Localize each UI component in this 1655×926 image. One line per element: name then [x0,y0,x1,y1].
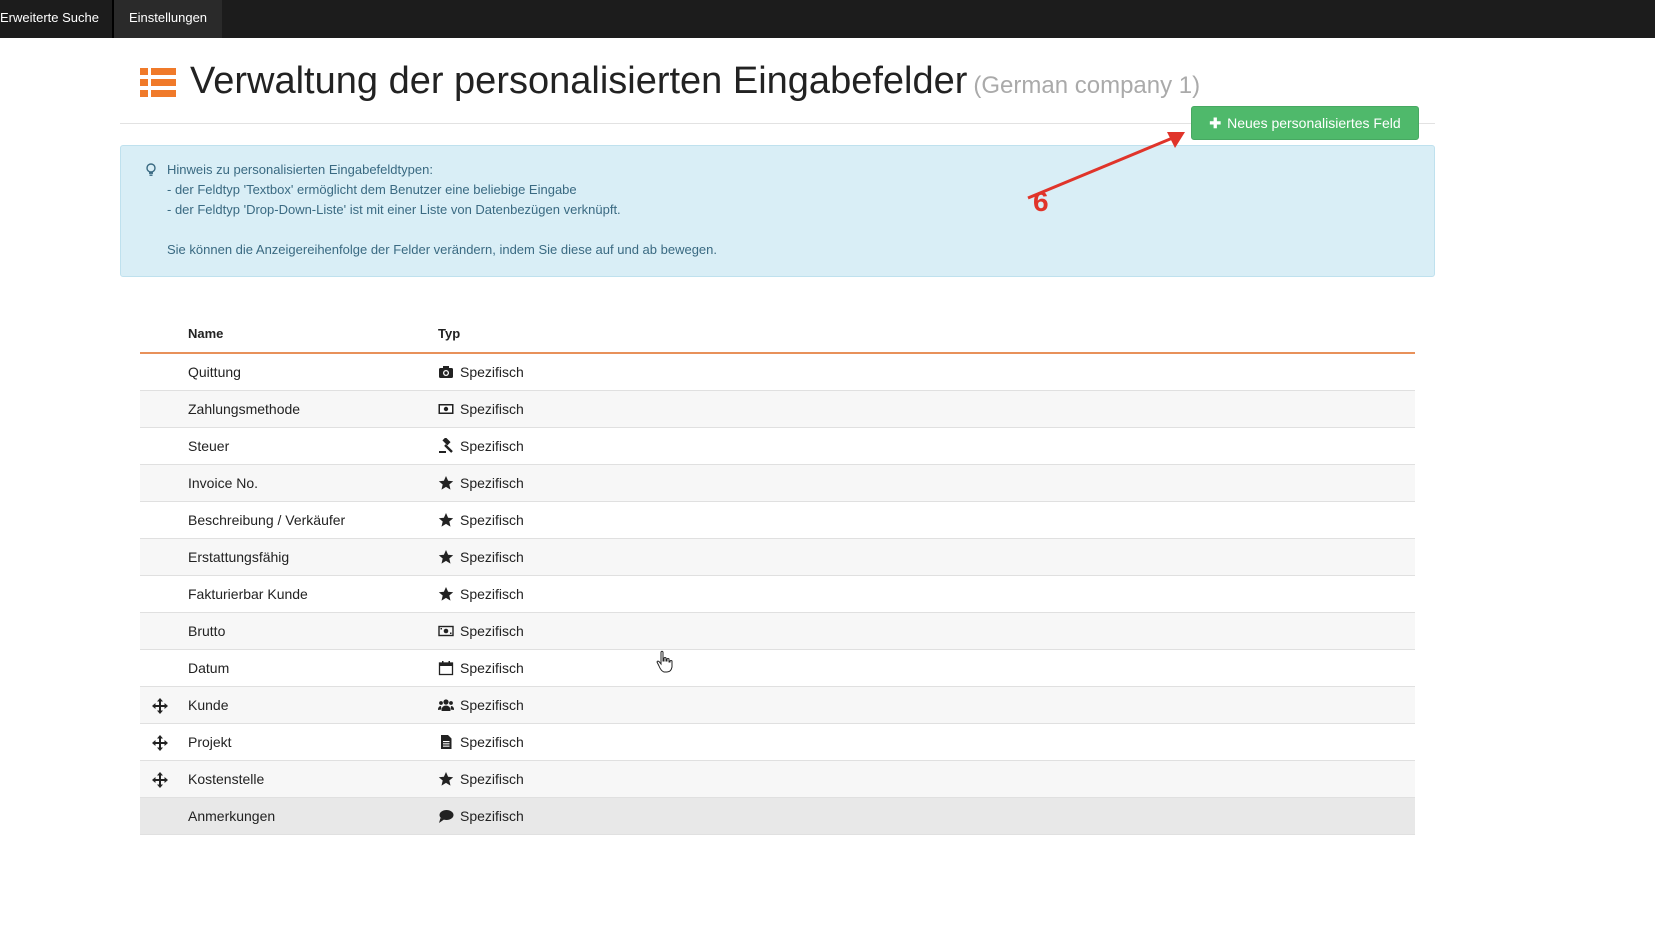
gavel-icon [438,437,454,454]
table-row[interactable]: Kostenstelle Spezifisch [140,761,1415,798]
table-row[interactable]: Erstattungsfähig Spezifisch [140,539,1415,576]
field-type: Spezifisch [460,512,524,528]
move-icon[interactable] [152,698,168,714]
users-icon [438,697,454,713]
field-type: Spezifisch [460,438,524,454]
info-alert: Hinweis zu personalisierten Eingabefeldt… [120,145,1435,277]
new-field-label: Neues personalisiertes Feld [1227,115,1401,131]
field-type: Spezifisch [460,364,524,380]
plus-icon: ✚ [1209,115,1222,131]
field-type: Spezifisch [460,734,524,750]
page-title: Verwaltung der personalisierten Eingabef… [190,60,1200,103]
field-name[interactable]: Projekt [188,734,232,750]
company-name: (German company 1) [973,72,1201,99]
star-icon [438,512,454,528]
field-type: Spezifisch [460,475,524,491]
field-type: Spezifisch [460,771,524,787]
field-name[interactable]: Steuer [188,438,229,454]
field-type: Spezifisch [460,808,524,824]
page-title-text: Verwaltung der personalisierten Eingabef… [190,60,968,102]
star-icon [438,771,454,787]
field-name[interactable]: Zahlungsmethode [188,401,300,417]
new-custom-field-button[interactable]: ✚ Neues personalisiertes Feld [1191,106,1419,140]
table-row[interactable]: Datum Spezifisch [140,650,1415,687]
table-row[interactable]: Quittung Spezifisch [140,354,1415,391]
annotation-step-number: 6 [1033,186,1049,217]
field-type: Spezifisch [460,586,524,602]
list-icon [140,68,176,97]
table-row[interactable]: Brutto Spezifisch [140,613,1415,650]
field-name[interactable]: Erstattungsfähig [188,549,289,565]
field-name[interactable]: Fakturierbar Kunde [188,586,308,602]
table-row[interactable]: Steuer Spezifisch [140,428,1415,465]
camera-icon [438,364,454,380]
nav-advanced-search[interactable]: Erweiterte Suche [0,0,112,38]
table-row[interactable]: Zahlungsmethode Spezifisch [140,391,1415,428]
info-line-reorder: Sie können die Anzeigereihenfolge der Fe… [167,242,717,257]
field-name[interactable]: Quittung [188,364,241,380]
field-type: Spezifisch [460,660,524,676]
field-name[interactable]: Brutto [188,623,225,639]
field-name[interactable]: Kostenstelle [188,771,264,787]
star-icon [438,549,454,565]
field-type: Spezifisch [460,697,524,713]
info-line-dropdown: - der Feldtyp 'Drop-Down-Liste' ist mit … [167,202,621,217]
field-name[interactable]: Kunde [188,697,228,713]
info-heading: Hinweis zu personalisierten Eingabefeldt… [167,162,433,177]
nav-settings[interactable]: Einstellungen [114,0,222,38]
banknote-icon [438,623,454,639]
star-icon [438,475,454,491]
hand-cursor-icon [656,650,673,673]
table-row[interactable]: Fakturierbar Kunde Spezifisch [140,576,1415,613]
move-icon[interactable] [152,772,168,788]
custom-fields-table: Name Typ Quittung Spezifisch Zahlungsmetho… [140,318,1415,835]
file-icon [438,734,454,750]
table-row[interactable]: Kunde Spezifisch [140,687,1415,724]
field-name[interactable]: Invoice No. [188,475,258,491]
table-body: Quittung Spezifisch Zahlungsmethode Spezifi… [140,354,1415,835]
table-row[interactable]: Anmerkungen Spezifisch [140,798,1415,835]
info-line-textbox: - der Feldtyp 'Textbox' ermöglicht dem B… [167,182,577,197]
money-icon [438,401,454,417]
move-icon[interactable] [152,735,168,751]
field-name[interactable]: Beschreibung / Verkäufer [188,512,345,528]
top-navbar: Erweiterte Suche Einstellungen [0,0,1655,38]
field-type: Spezifisch [460,623,524,639]
lightbulb-icon [146,163,156,176]
field-name[interactable]: Datum [188,660,229,676]
comment-icon [438,808,454,824]
field-type: Spezifisch [460,549,524,565]
annotation-arrow [1027,132,1185,200]
table-header: Name Typ [140,318,1415,354]
column-header-type[interactable]: Typ [438,326,460,341]
field-name[interactable]: Anmerkungen [188,808,275,824]
table-row[interactable]: Beschreibung / Verkäufer Spezifisch [140,502,1415,539]
table-row[interactable]: Invoice No. Spezifisch [140,465,1415,502]
table-row[interactable]: Projekt Spezifisch [140,724,1415,761]
calendar-icon [438,660,454,676]
star-icon [438,586,454,602]
field-type: Spezifisch [460,401,524,417]
column-header-name[interactable]: Name [188,326,223,341]
